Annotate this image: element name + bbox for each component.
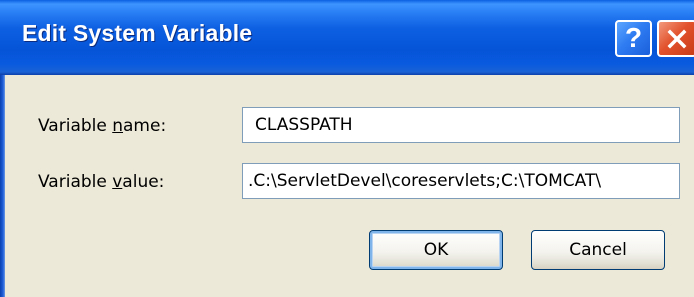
variable-name-value: CLASSPATH xyxy=(255,115,353,135)
title-bar[interactable]: Edit System Variable ? xyxy=(0,0,694,75)
edit-system-variable-dialog: Edit System Variable ? Variable name: CL… xyxy=(0,0,694,297)
variable-name-label: Variable name: xyxy=(38,116,167,136)
help-button[interactable]: ? xyxy=(615,20,652,57)
variable-value-label: Variable value: xyxy=(38,172,165,192)
variable-value-text: .C:\ServletDevel\coreservlets;C:\TOMCAT\ xyxy=(248,171,602,191)
close-x-icon xyxy=(667,29,687,48)
question-mark-icon: ? xyxy=(624,22,643,53)
accelerator-key-v: v xyxy=(112,172,123,192)
variable-value-input[interactable]: .C:\ServletDevel\coreservlets;C:\TOMCAT\ xyxy=(242,163,680,199)
accelerator-key-n: n xyxy=(112,116,124,136)
dialog-title: Edit System Variable xyxy=(22,20,253,46)
window-left-border xyxy=(0,75,5,297)
cancel-button[interactable]: Cancel xyxy=(531,230,665,270)
close-button[interactable] xyxy=(657,20,694,57)
variable-name-input[interactable]: CLASSPATH xyxy=(242,107,680,143)
ok-button[interactable]: OK xyxy=(369,230,503,270)
